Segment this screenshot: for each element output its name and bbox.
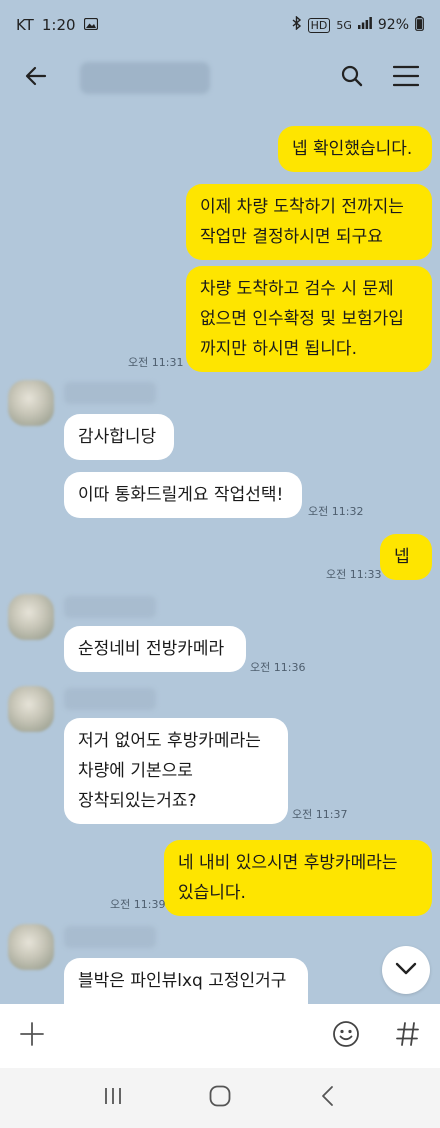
message-bubble-mine[interactable]: 넵 bbox=[380, 534, 432, 580]
message-text: 있습니다. bbox=[178, 883, 246, 903]
sender-name bbox=[64, 926, 156, 948]
chat-title bbox=[80, 62, 210, 94]
scroll-to-bottom-button[interactable] bbox=[382, 946, 430, 994]
message-text: 저거 없어도 후방카메라는 bbox=[78, 731, 261, 751]
home-icon bbox=[209, 1085, 231, 1111]
nav-back-button[interactable] bbox=[303, 1074, 351, 1122]
signal-icon bbox=[357, 17, 372, 33]
avatar[interactable] bbox=[8, 594, 54, 640]
message-bubble-mine[interactable]: 네 내비 있으시면 후방카메라는 있습니다. bbox=[164, 840, 432, 916]
hamburger-menu-icon bbox=[392, 65, 420, 91]
message-input[interactable] bbox=[62, 1016, 316, 1056]
battery-level: 92% bbox=[377, 17, 409, 33]
carrier-label: KT bbox=[16, 16, 34, 34]
clock: 1:20 bbox=[41, 16, 76, 34]
emoji-icon bbox=[332, 1020, 360, 1052]
message-bubble-other[interactable]: 이따 통화드릴게요 작업선택! bbox=[64, 472, 302, 518]
message-text: 까지만 하시면 됩니다. bbox=[200, 339, 357, 359]
message-text: 감사합니당 bbox=[78, 427, 157, 447]
network-type: 5G bbox=[336, 18, 352, 32]
message-text: 넵 확인했습니다. bbox=[292, 139, 413, 159]
nav-back-icon bbox=[320, 1085, 334, 1111]
hd-voice-badge: HD bbox=[307, 17, 331, 33]
message-bubble-mine[interactable]: 차량 도착하고 검수 시 문제 없으면 인수확정 및 보험가입 까지만 하시면 … bbox=[186, 266, 432, 372]
message-text: 넵 bbox=[394, 547, 410, 567]
message-time: 오전 11:36 bbox=[250, 661, 306, 674]
message-bubble-other[interactable]: 감사합니당 bbox=[64, 414, 174, 460]
battery-icon bbox=[415, 15, 424, 35]
message-time: 오전 11:31 bbox=[128, 356, 184, 369]
message-text: 이따 통화드릴게요 작업선택! bbox=[78, 485, 284, 505]
avatar[interactable] bbox=[8, 380, 54, 426]
message-input-bar bbox=[0, 1004, 440, 1068]
avatar[interactable] bbox=[8, 924, 54, 970]
message-time: 오전 11:39 bbox=[110, 898, 166, 911]
chevron-down-icon bbox=[395, 961, 417, 980]
message-text: 작업만 결정하시면 되구요 bbox=[200, 227, 383, 247]
emoji-button[interactable] bbox=[328, 1018, 364, 1054]
gallery-notification-icon bbox=[83, 16, 98, 34]
recents-button[interactable] bbox=[89, 1074, 137, 1122]
message-text: 블박은 파인뷰lxq 고정인거구 bbox=[78, 971, 287, 991]
message-text: 장착되있는거죠? bbox=[78, 791, 197, 811]
message-text: 네 내비 있으시면 후방카메라는 bbox=[178, 853, 398, 873]
arrow-left-icon bbox=[24, 64, 48, 92]
message-time: 오전 11:32 bbox=[308, 505, 364, 518]
back-button[interactable] bbox=[16, 58, 56, 98]
message-time: 오전 11:37 bbox=[292, 808, 348, 821]
sender-name bbox=[64, 688, 156, 710]
avatar[interactable] bbox=[8, 686, 54, 732]
chat-header bbox=[0, 50, 440, 106]
status-bar: KT 1:20 HD 5G 92% bbox=[0, 0, 440, 50]
bluetooth-icon bbox=[292, 15, 302, 34]
search-button[interactable] bbox=[334, 60, 370, 96]
message-text: 차량에 기본으로 bbox=[78, 761, 193, 781]
message-text: 순정네비 전방카메라 bbox=[78, 639, 225, 659]
message-bubble-other[interactable]: 저거 없어도 후방카메라는 차량에 기본으로 장착되있는거죠? bbox=[64, 718, 288, 824]
attach-button[interactable] bbox=[14, 1018, 50, 1054]
hashtag-icon bbox=[396, 1021, 420, 1051]
system-navigation-bar bbox=[0, 1068, 440, 1128]
hashtag-button[interactable] bbox=[390, 1018, 426, 1054]
recents-icon bbox=[103, 1087, 123, 1109]
message-text: 차량 도착하고 검수 시 문제 bbox=[200, 279, 394, 299]
home-button[interactable] bbox=[196, 1074, 244, 1122]
message-time: 오전 11:33 bbox=[326, 568, 382, 581]
search-icon bbox=[340, 64, 364, 92]
message-bubble-mine[interactable]: 넵 확인했습니다. bbox=[278, 126, 432, 172]
sender-name bbox=[64, 382, 156, 404]
message-bubble-mine[interactable]: 이제 차량 도착하기 전까지는 작업만 결정하시면 되구요 bbox=[186, 184, 432, 260]
message-text: 없으면 인수확정 및 보험가입 bbox=[200, 309, 404, 329]
message-text: 이제 차량 도착하기 전까지는 bbox=[200, 197, 404, 217]
plus-icon bbox=[20, 1022, 44, 1050]
menu-button[interactable] bbox=[388, 60, 424, 96]
message-bubble-other[interactable]: 순정네비 전방카메라 bbox=[64, 626, 246, 672]
sender-name bbox=[64, 596, 156, 618]
message-bubble-other[interactable]: 블박은 파인뷰lxq 고정인거구 bbox=[64, 958, 308, 1004]
